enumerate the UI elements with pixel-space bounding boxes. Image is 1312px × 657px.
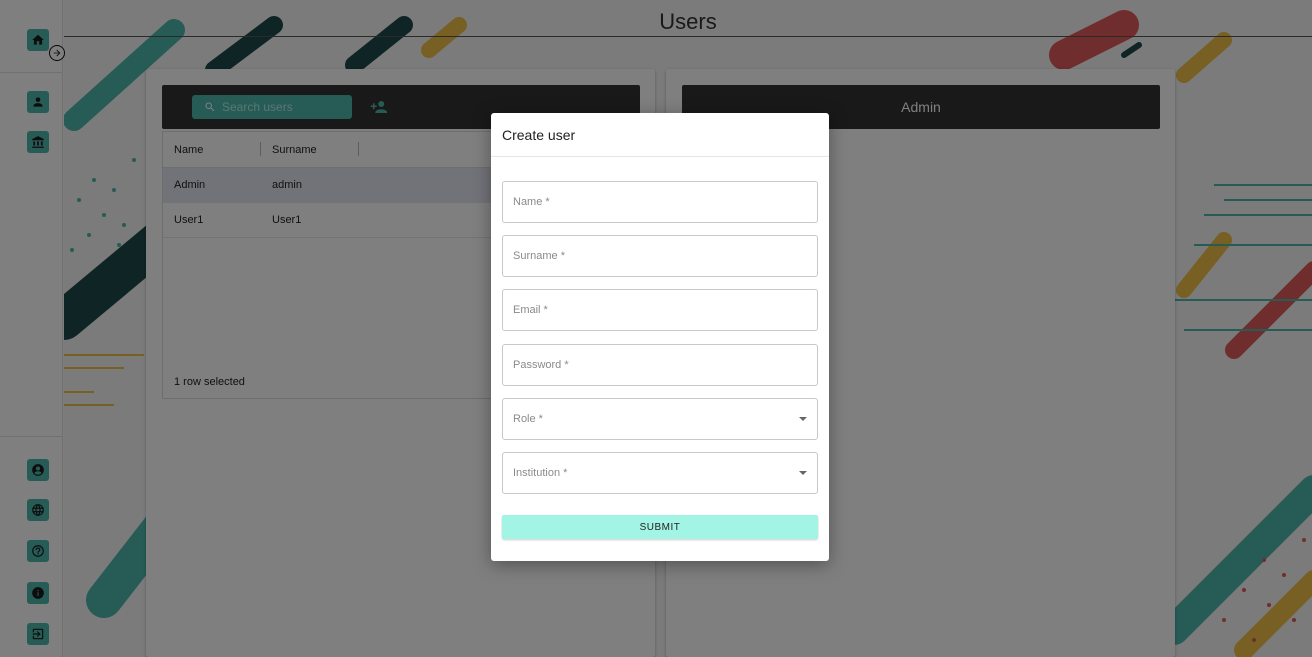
surname-input[interactable]	[503, 236, 817, 276]
surname-field[interactable]	[502, 235, 818, 277]
name-field[interactable]	[502, 181, 818, 223]
email-field[interactable]	[502, 289, 818, 331]
dialog-title: Create user	[502, 127, 576, 143]
chevron-down-icon	[799, 417, 807, 421]
email-input[interactable]	[503, 290, 817, 330]
institution-select[interactable]: Institution *	[502, 452, 818, 494]
institution-select-label: Institution *	[513, 467, 568, 479]
password-field[interactable]	[502, 344, 818, 386]
create-user-dialog: Create user Role * Institution * SUBMIT	[491, 113, 829, 561]
submit-button[interactable]: SUBMIT	[502, 515, 818, 539]
name-input[interactable]	[503, 182, 817, 222]
dialog-divider	[491, 156, 829, 157]
password-input[interactable]	[503, 345, 817, 385]
role-select[interactable]: Role *	[502, 398, 818, 440]
role-select-label: Role *	[513, 413, 543, 425]
chevron-down-icon	[799, 471, 807, 475]
